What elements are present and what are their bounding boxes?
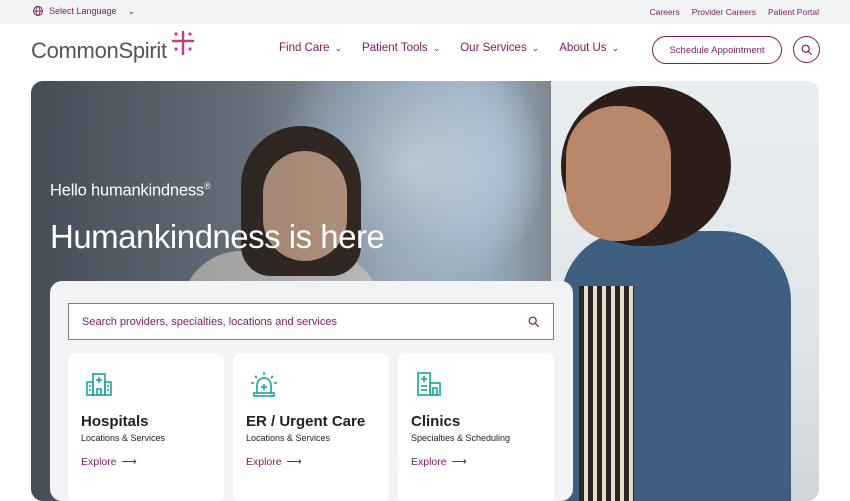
explore-label: Explore xyxy=(411,456,447,468)
card-title: ER / Urgent Care xyxy=(246,413,366,430)
hero-eyebrow-text: Hello humankindness xyxy=(50,181,204,200)
hero-headline: Humankindness is here xyxy=(50,218,385,255)
card-subtitle: Locations & Services xyxy=(81,433,166,443)
card-title: Clinics xyxy=(411,413,461,430)
site-header: CommonSpirit Find Care ⌄ Patient Tools ⌄… xyxy=(0,24,850,80)
chevron-down-icon: ⌄ xyxy=(531,42,540,53)
hero-eyebrow: Hello humankindness® xyxy=(50,181,211,201)
logo-text: CommonSpirit xyxy=(31,38,167,63)
logo[interactable]: CommonSpirit xyxy=(31,30,195,64)
explore-label: Explore xyxy=(81,456,117,468)
arrow-right-icon: ⟶ xyxy=(451,456,467,468)
hero-banner: Hello humankindness® Humankindness is he… xyxy=(31,81,819,501)
explore-link[interactable]: Explore ⟶ xyxy=(81,456,137,468)
explore-label: Explore xyxy=(246,456,282,468)
care-search-panel: Hospitals Locations & Services Explore⟶ … xyxy=(50,281,573,501)
care-search-input[interactable] xyxy=(82,315,527,328)
utility-bar: Select Language ⌄ Careers Provider Caree… xyxy=(0,0,850,24)
card-title: Hospitals xyxy=(81,413,149,430)
header-search-button[interactable] xyxy=(793,36,820,63)
search-icon xyxy=(801,44,812,55)
card-subtitle: Locations & Services xyxy=(246,433,331,443)
nav-label: Find Care xyxy=(279,42,330,54)
explore-link[interactable]: Explore ⟶ xyxy=(246,456,302,468)
search-icon[interactable] xyxy=(527,315,540,328)
main-nav: Find Care ⌄ Patient Tools ⌄ Our Services… xyxy=(279,42,619,54)
logo-plus-mark-icon xyxy=(171,30,195,56)
patient-portal-link[interactable]: Patient Portal xyxy=(768,7,819,17)
chevron-down-icon: ⌄ xyxy=(334,42,343,53)
clinic-icon xyxy=(417,372,441,396)
utility-links: Careers Provider Careers Patient Portal xyxy=(649,7,819,17)
nav-find-care[interactable]: Find Care ⌄ xyxy=(279,42,342,54)
arrow-right-icon: ⟶ xyxy=(286,456,302,468)
nav-label: About Us xyxy=(559,42,607,54)
chevron-down-icon: ⌄ xyxy=(127,5,136,16)
registered-mark: ® xyxy=(203,181,211,191)
siren-icon xyxy=(251,372,277,397)
care-search-field[interactable] xyxy=(68,303,554,340)
chevron-down-icon: ⌄ xyxy=(611,42,620,53)
schedule-appointment-button[interactable]: Schedule Appointment xyxy=(652,36,782,64)
explore-link[interactable]: Explore ⟶ xyxy=(411,456,467,468)
nav-our-services[interactable]: Our Services ⌄ xyxy=(460,42,539,54)
careers-link[interactable]: Careers xyxy=(649,7,679,17)
arrow-right-icon: ⟶ xyxy=(121,456,137,468)
card-subtitle: Specialties & Scheduling xyxy=(411,433,511,443)
nav-about-us[interactable]: About Us ⌄ xyxy=(559,42,619,54)
card-clinics[interactable]: Clinics Specialties & Scheduling Explore… xyxy=(398,353,554,501)
card-hospitals[interactable]: Hospitals Locations & Services Explore ⟶ xyxy=(68,353,224,501)
nav-label: Patient Tools xyxy=(362,42,428,54)
nav-patient-tools[interactable]: Patient Tools ⌄ xyxy=(362,42,440,54)
provider-careers-link[interactable]: Provider Careers xyxy=(692,7,756,17)
nav-label: Our Services xyxy=(460,42,527,54)
hospital-icon xyxy=(86,373,112,396)
language-selector[interactable]: Select Language ⌄ xyxy=(32,5,135,17)
chevron-down-icon: ⌄ xyxy=(432,42,441,53)
card-er-urgent-care[interactable]: ER / Urgent Care Locations & Services Ex… xyxy=(233,353,389,501)
globe-icon xyxy=(33,6,43,16)
language-label: Select Language xyxy=(49,6,117,16)
